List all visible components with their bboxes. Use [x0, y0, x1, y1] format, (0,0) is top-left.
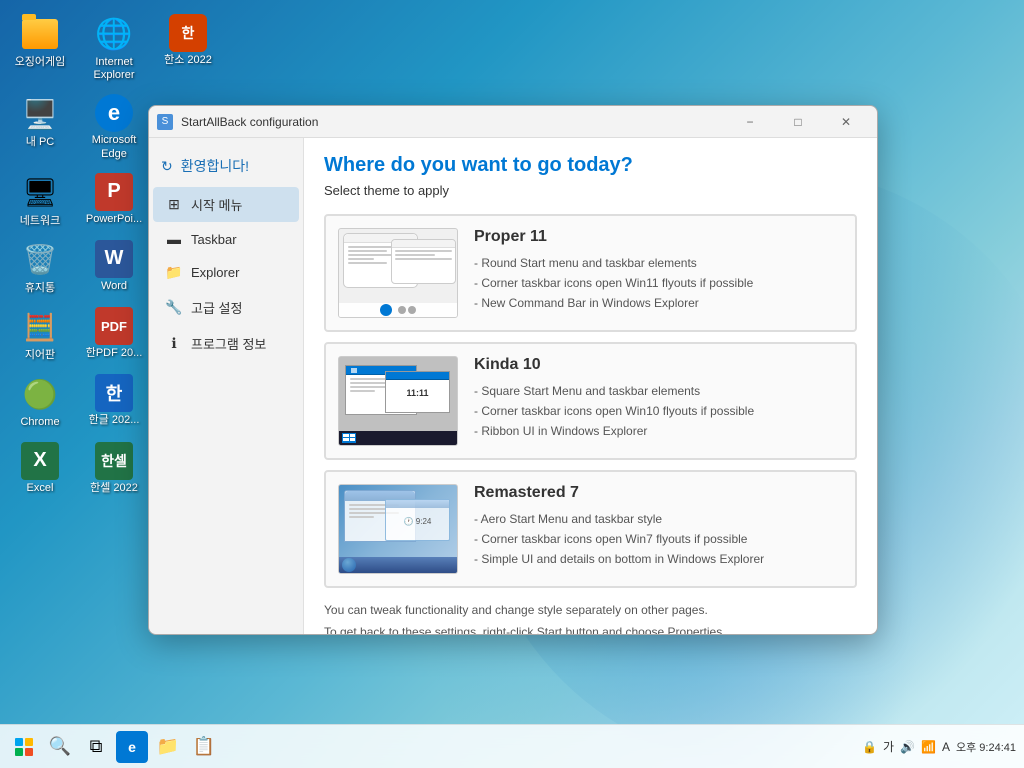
- volume-icon[interactable]: 🔊: [900, 740, 915, 754]
- desktop-icon-label-edge: MicrosoftEdge: [92, 134, 137, 160]
- desktop-icon-hangul[interactable]: 한 한글 202...: [79, 370, 149, 433]
- sidebar-item-explorer[interactable]: 📁 Explorer: [153, 256, 299, 289]
- theme-desc-remastered7: - Aero Start Menu and taskbar style - Co…: [474, 510, 843, 570]
- refresh-icon: ↻: [161, 158, 173, 175]
- desktop-icon-hancom[interactable]: 한 한소 2022: [153, 10, 223, 86]
- theme-info-remastered7: Remastered 7 - Aero Start Menu and taskb…: [474, 484, 843, 574]
- start-button[interactable]: [8, 731, 40, 763]
- desktop-icon-calc[interactable]: 🧮 지어판: [5, 303, 75, 366]
- desktop-icon-label-mypc: 내 PC: [26, 136, 54, 149]
- desktop-icon-label-word: Word: [101, 280, 127, 293]
- sidebar-item-advanced[interactable]: 🔧 고급 설정: [153, 290, 299, 325]
- main-title: Where do you want to go today?: [324, 154, 857, 177]
- sidebar-item-taskbar[interactable]: ▬ Taskbar: [153, 223, 299, 255]
- footer-text: You can tweak functionality and change s…: [324, 600, 857, 634]
- desktop-icon-label-calc: 지어판: [25, 349, 55, 362]
- search-button[interactable]: 🔍: [44, 731, 76, 763]
- main-subtitle: Select theme to apply: [324, 183, 857, 198]
- desktop-icon-label-ie: InternetExplorer: [94, 56, 135, 82]
- folder-icon: [22, 19, 58, 49]
- system-clock[interactable]: 오후 9:24:41: [956, 739, 1016, 755]
- desktop-icon-edge[interactable]: e MicrosoftEdge: [79, 90, 149, 164]
- dialog-titlebar: S StartAllBack configuration − □ ✕: [149, 106, 877, 138]
- dialog-title: StartAllBack configuration: [181, 115, 719, 129]
- start-menu-icon: ⊞: [165, 196, 183, 213]
- desktop-icon-recycle[interactable]: 🗑️ 휴지통: [5, 236, 75, 299]
- language-indicator[interactable]: A: [942, 740, 950, 754]
- desktop-icon-excel[interactable]: X Excel: [5, 438, 75, 499]
- network-icon[interactable]: 📶: [921, 740, 936, 754]
- theme-card-kinda10[interactable]: 11:11: [324, 342, 857, 460]
- dialog-body: ↻ 환영합니다! ⊞ 시작 메뉴 ▬ Taskbar 📁 Explorer 🔧: [149, 138, 877, 634]
- theme-preview-proper11: [338, 228, 458, 318]
- dialog-app-icon: S: [157, 114, 173, 130]
- desktop-icon-label-network: 네트워크: [20, 215, 60, 228]
- desktop-icon-hanpdf[interactable]: PDF 한PDF 20...: [79, 303, 149, 366]
- sidebar-item-about[interactable]: ℹ 프로그램 정보: [153, 326, 299, 361]
- main-content: Where do you want to go today? Select th…: [304, 138, 877, 634]
- task-view-button[interactable]: ⧉: [80, 731, 112, 763]
- desktop-icon-label-chrome: Chrome: [20, 416, 59, 429]
- desktop-icon-ppt[interactable]: P PowerPoi...: [79, 169, 149, 232]
- theme-name-remastered7: Remastered 7: [474, 484, 843, 502]
- keyboard-lock-icon: 🔒: [862, 740, 877, 754]
- taskbar-icon-sidebar: ▬: [165, 231, 183, 247]
- desktop-icon-word[interactable]: W Word: [79, 236, 149, 299]
- desktop-icon-label-hancom: 한소 2022: [164, 54, 212, 67]
- desktop-icon-label-excel: Excel: [27, 482, 54, 495]
- theme-card-proper11[interactable]: Proper 11 - Round Start menu and taskbar…: [324, 214, 857, 332]
- ime-indicator[interactable]: 가: [883, 738, 894, 755]
- theme-desc-proper11: - Round Start menu and taskbar elements …: [474, 254, 843, 314]
- desktop-icon-mypc[interactable]: 🖥️ 내 PC: [5, 90, 75, 164]
- desktop-icon-label-ppt: PowerPoi...: [86, 213, 142, 226]
- close-button[interactable]: ✕: [823, 106, 869, 138]
- theme-info-kinda10: Kinda 10 - Square Start Menu and taskbar…: [474, 356, 843, 446]
- desktop-icon-label-recycle: 휴지통: [25, 282, 55, 295]
- notes-taskbar-button[interactable]: 📋: [188, 731, 220, 763]
- sidebar-item-start-menu[interactable]: ⊞ 시작 메뉴: [153, 187, 299, 222]
- theme-info-proper11: Proper 11 - Round Start menu and taskbar…: [474, 228, 843, 318]
- explorer-icon: 📁: [165, 264, 183, 281]
- theme-name-proper11: Proper 11: [474, 228, 843, 246]
- theme-preview-kinda10: 11:11: [338, 356, 458, 446]
- window-controls: − □ ✕: [727, 106, 869, 138]
- theme-card-remastered7[interactable]: 🕐 9:24 Remastered 7 - Aero Start Menu an…: [324, 470, 857, 588]
- advanced-icon: 🔧: [165, 299, 183, 316]
- taskbar: 🔍 ⧉ e 📁 📋 🔒 가 🔊 📶 A 오후 9:24:41: [0, 724, 1024, 768]
- desktop-icon-label-hancel: 한셀 2022: [90, 482, 138, 495]
- desktop-icon-ie[interactable]: 🌐 InternetExplorer: [79, 10, 149, 86]
- about-icon: ℹ: [165, 335, 183, 352]
- startallback-dialog: S StartAllBack configuration − □ ✕ ↻ 환영합…: [148, 105, 878, 635]
- desktop-icon-file-manager[interactable]: 오징어게임: [5, 10, 75, 86]
- sidebar-welcome[interactable]: ↻ 환영합니다!: [149, 146, 303, 186]
- explorer-taskbar-button[interactable]: 📁: [152, 731, 184, 763]
- theme-name-kinda10: Kinda 10: [474, 356, 843, 374]
- taskbar-left: 🔍 ⧉ e 📁 📋: [8, 731, 220, 763]
- dialog-sidebar: ↻ 환영합니다! ⊞ 시작 메뉴 ▬ Taskbar 📁 Explorer 🔧: [149, 138, 304, 634]
- desktop-icon-chrome[interactable]: 🟢 Chrome: [5, 370, 75, 433]
- desktop-icon-label-hanpdf: 한PDF 20...: [86, 347, 143, 360]
- theme-preview-remastered7: 🕐 9:24: [338, 484, 458, 574]
- theme-desc-kinda10: - Square Start Menu and taskbar elements…: [474, 382, 843, 442]
- desktop-icon-label-file-manager: 오징어게임: [15, 56, 66, 69]
- maximize-button[interactable]: □: [775, 106, 821, 138]
- desktop-icon-network[interactable]: 🖥 네트워크: [5, 169, 75, 232]
- desktop: 오징어게임 🌐 InternetExplorer 한 한소 2022 🖥️ 내 …: [0, 0, 1024, 768]
- desktop-icon-hancel[interactable]: 한셀 한셀 2022: [79, 438, 149, 499]
- minimize-button[interactable]: −: [727, 106, 773, 138]
- edge-taskbar-button[interactable]: e: [116, 731, 148, 763]
- taskbar-right: 🔒 가 🔊 📶 A 오후 9:24:41: [862, 738, 1016, 755]
- desktop-icon-label-hangul: 한글 202...: [89, 414, 140, 427]
